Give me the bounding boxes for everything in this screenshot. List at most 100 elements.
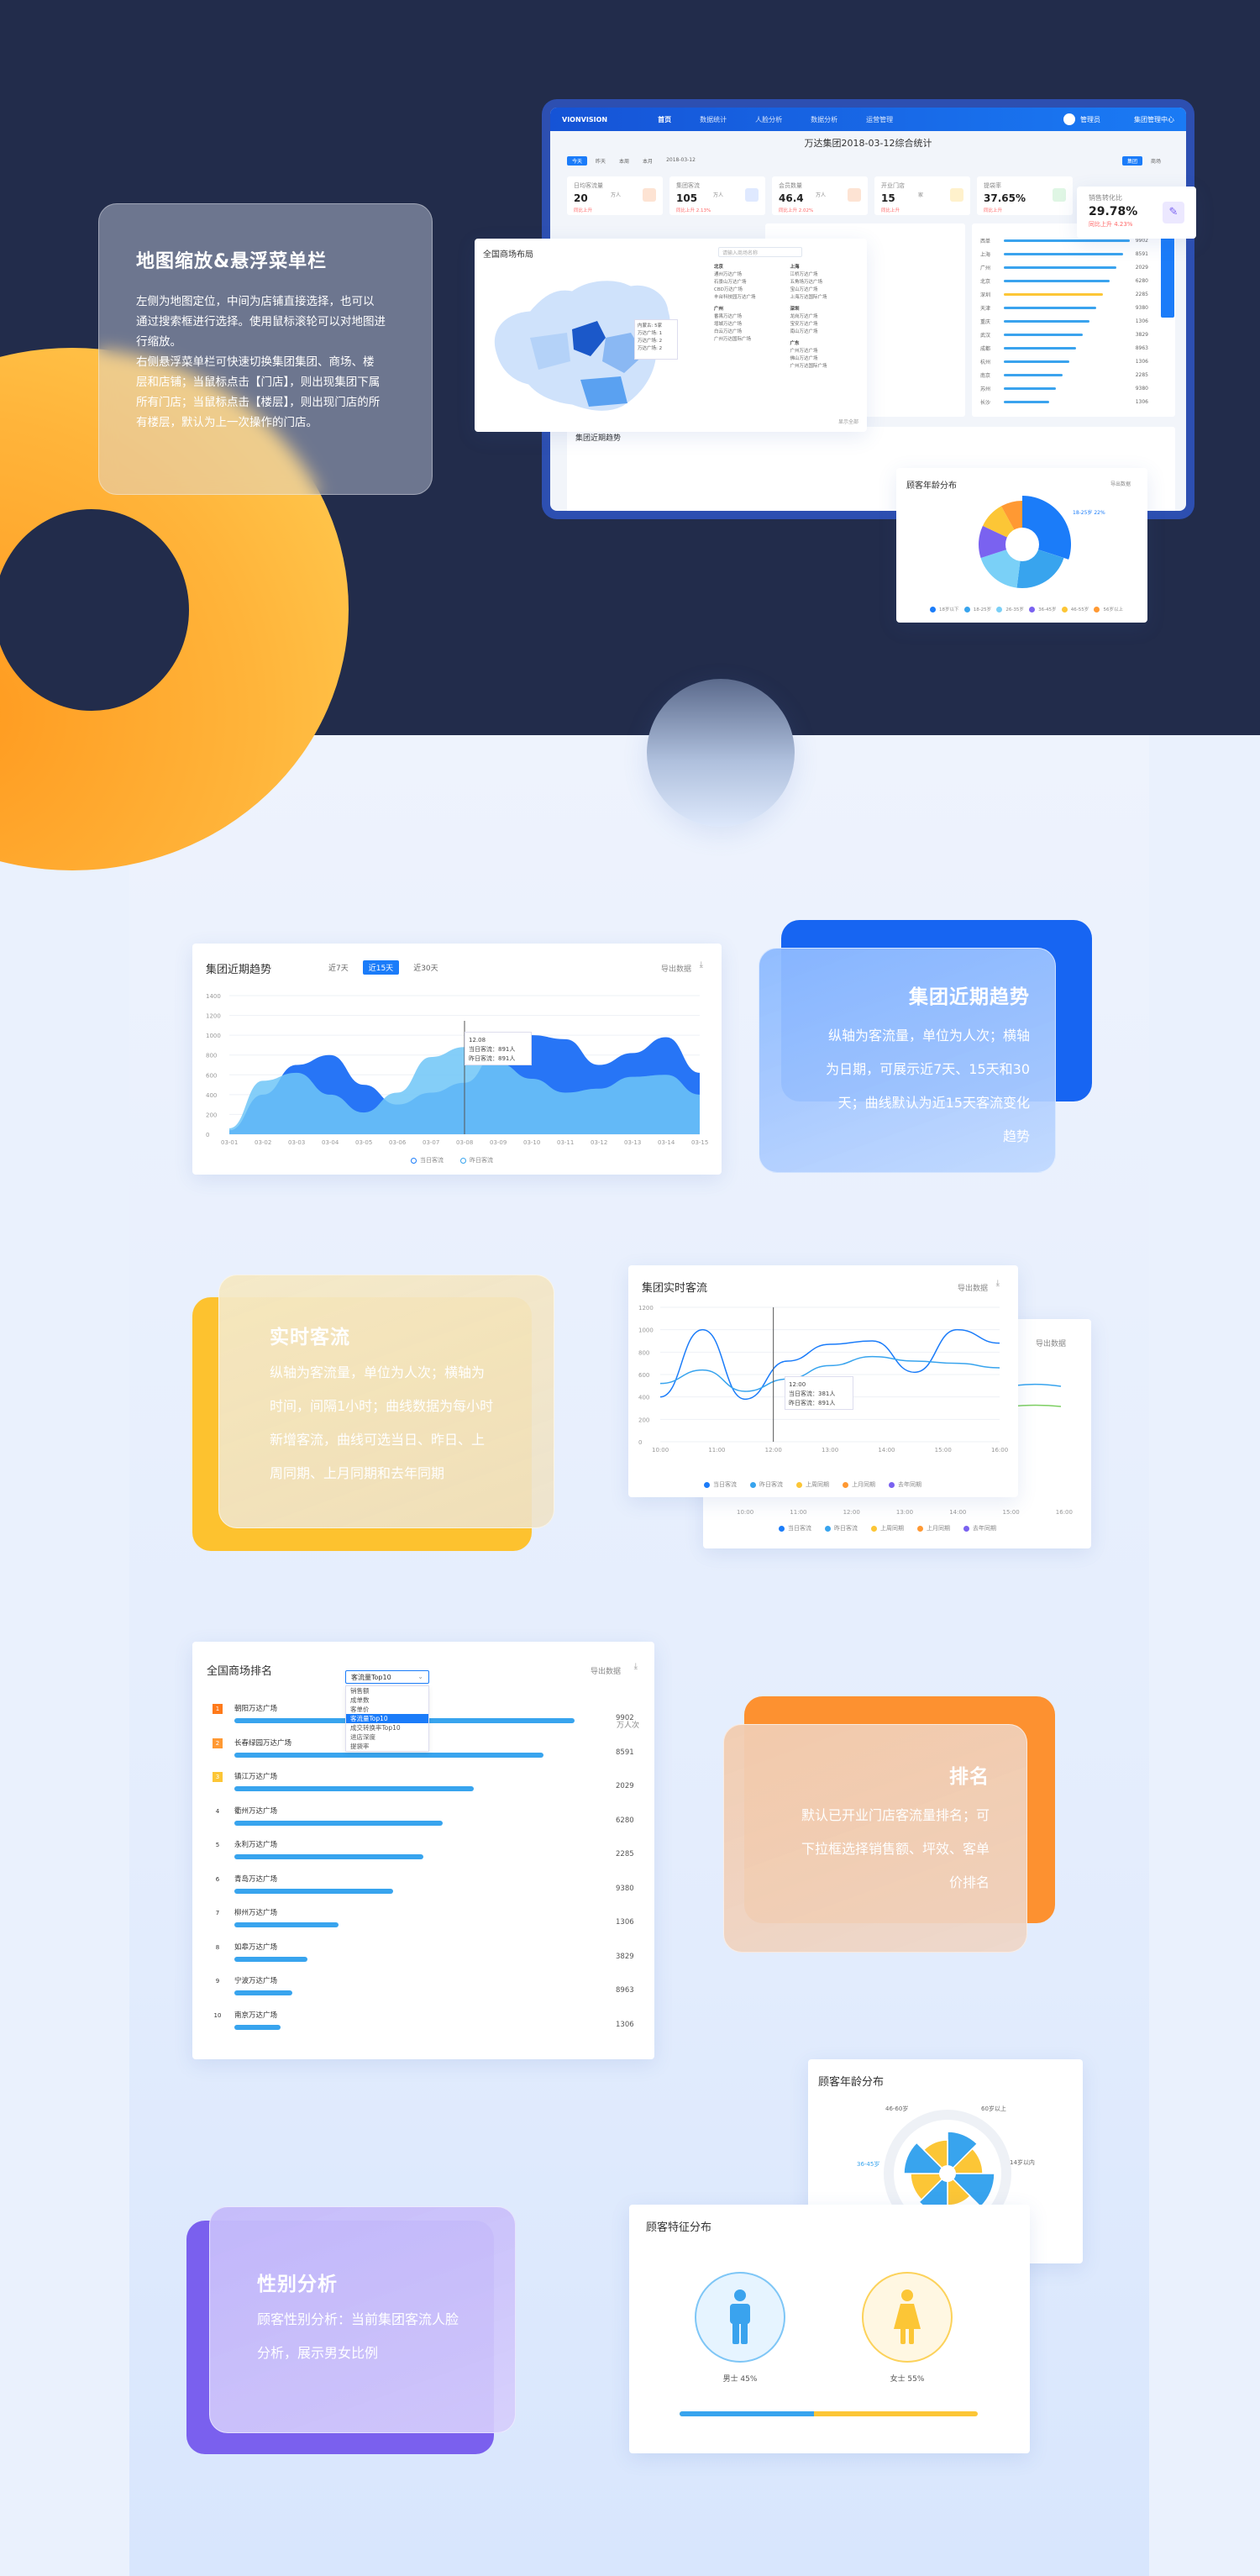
- ranking-dropdown-option[interactable]: 客单价: [346, 1705, 428, 1714]
- page: 地图缩放&悬浮菜单栏 左侧为地图定位，中间为店铺直接选择，也可以 通过搜索框进行选…: [0, 0, 1260, 2576]
- mall-item[interactable]: 南山万达广场: [790, 329, 862, 336]
- kpi-row: 日均客流量 20 万人 同比上升 集团客流 105 万人 同比上升 2.13% 会员数量 46.4…: [567, 176, 1073, 215]
- trend-range-tab[interactable]: 近30天: [407, 960, 444, 975]
- age-mini-export[interactable]: 导出数据: [1110, 480, 1131, 487]
- mini-rank-value: 1306: [1135, 358, 1148, 365]
- ranking-dropdown-option[interactable]: 提袋率: [346, 1742, 428, 1751]
- ranking-glass-line: 下拉框选择销售额、坪效、客单: [801, 1841, 990, 1857]
- mall-item[interactable]: 广州万达国际广场: [714, 336, 785, 344]
- realtime-back-legend: 当日客流 昨日客流 上周同期 上月同期 去年同期: [779, 1524, 996, 1532]
- trend-glass-line: 纵轴为客流量，单位为人次；横轴: [827, 1028, 1030, 1044]
- mall-item[interactable]: 通州万达广场: [714, 271, 785, 279]
- download-icon[interactable]: ⤓: [700, 960, 703, 970]
- legend-item[interactable]: 昨日客流: [750, 1480, 783, 1489]
- user-name[interactable]: 管理员: [1080, 115, 1100, 124]
- hero-panel-line: 左侧为地图定位，中间为店铺直接选择，也可以: [136, 295, 375, 308]
- map-search-input[interactable]: 请输入商场名称: [718, 247, 802, 257]
- nav-item[interactable]: 运营管理: [866, 115, 893, 124]
- x-tick-label: 13:00: [895, 1509, 914, 1516]
- region-name[interactable]: 广州: [714, 306, 785, 313]
- legend-item[interactable]: 昨日客流: [825, 1524, 858, 1532]
- right-floating-menu[interactable]: [1161, 234, 1174, 318]
- scope-tab[interactable]: 商场: [1146, 156, 1166, 166]
- legend-item[interactable]: 当日客流: [779, 1524, 811, 1532]
- trend-legend-label: 当日客流: [420, 1157, 444, 1164]
- realtime-glass-panel: 实时客流 纵轴为客流量，单位为人次；横轴为 时间，间隔1小时；曲线数据为每小时 新增…: [218, 1275, 554, 1528]
- date-filter-tab[interactable]: 昨天: [591, 156, 611, 166]
- download-icon[interactable]: ⤓: [996, 1279, 1000, 1288]
- nav-item[interactable]: 人脸分析: [755, 115, 782, 124]
- mall-item[interactable]: 五角场万达广场: [790, 279, 862, 287]
- ranking-export[interactable]: 导出数据: [591, 1665, 621, 1676]
- trend-legend-item[interactable]: 当日客流: [411, 1156, 444, 1164]
- legend-item[interactable]: 去年同期: [889, 1480, 921, 1489]
- x-tick-label: 03-04: [322, 1139, 339, 1146]
- nav-item[interactable]: 数据分析: [811, 115, 837, 124]
- hero-panel-line: 有楼层，默认为上一次操作的门店。: [136, 416, 318, 429]
- trend-legend-label: 昨日客流: [470, 1157, 493, 1164]
- region-name[interactable]: 上海: [790, 264, 862, 271]
- date-filter-tab[interactable]: 今天: [567, 156, 588, 166]
- user-menu[interactable]: 集团管理中心: [1134, 115, 1174, 124]
- nav-item[interactable]: 数据统计: [700, 115, 727, 124]
- mall-item[interactable]: 宝安万达广场: [790, 321, 862, 329]
- mall-item[interactable]: 白云万达广场: [714, 329, 785, 336]
- x-tick-label: 03-08: [456, 1139, 473, 1146]
- kpi-trend: 同比上升 2.02%: [779, 208, 814, 213]
- mini-rank-bar: [1004, 239, 1130, 242]
- date-filter-tab[interactable]: 本周: [614, 156, 634, 166]
- nav-item[interactable]: 首页: [658, 115, 671, 124]
- ranking-dropdown-option[interactable]: 销售额: [346, 1686, 428, 1695]
- realtime-back-export[interactable]: 导出数据: [1036, 1338, 1066, 1348]
- mini-rank-name: 杭州: [980, 359, 991, 365]
- mall-item[interactable]: 宝山万达广场: [790, 287, 862, 294]
- region-name[interactable]: 深圳: [790, 306, 862, 313]
- age-mini-title: 顾客年龄分布: [906, 481, 957, 491]
- date-filter-tab[interactable]: 本月: [638, 156, 658, 166]
- legend-item[interactable]: 上月同期: [843, 1480, 875, 1489]
- mall-item[interactable]: 石景山万达广场: [714, 279, 785, 287]
- y-tick-label: 1400: [206, 993, 221, 1000]
- map-show-all[interactable]: 显示全部: [838, 418, 858, 425]
- mall-item[interactable]: CBD万达广场: [714, 287, 785, 294]
- ranking-metric-select[interactable]: 客流量Top10 ⌄: [345, 1670, 429, 1684]
- mall-item[interactable]: 江桥万达广场: [790, 271, 862, 279]
- legend-dot: [704, 1481, 710, 1488]
- legend-item[interactable]: 当日客流: [704, 1480, 737, 1489]
- trend-range-tab[interactable]: 近7天: [323, 960, 354, 975]
- age-label: 60岁以上: [981, 2105, 1006, 2112]
- realtime-export[interactable]: 导出数据: [958, 1282, 988, 1293]
- date-filter-tab[interactable]: 2018-03-12: [661, 156, 701, 166]
- trend-range-tab[interactable]: 近15天: [362, 960, 400, 975]
- scope-tab[interactable]: 集团: [1121, 156, 1142, 166]
- mall-item[interactable]: 番禺万达广场: [714, 313, 785, 321]
- mall-item[interactable]: 龙岗万达广场: [790, 313, 862, 321]
- ranking-dropdown-option[interactable]: 成交转换率Top10: [346, 1723, 428, 1732]
- ranking-dropdown-option[interactable]: 进店深度: [346, 1732, 428, 1742]
- legend-item[interactable]: 上周同期: [871, 1524, 904, 1532]
- trend-area-chart[interactable]: 0 200 400 600 800 1000 1200 1400 03-01 03-02 03-03…: [204, 987, 708, 1147]
- mall-item[interactable]: 增城万达广场: [714, 321, 785, 329]
- user-avatar[interactable]: [1063, 113, 1075, 125]
- region-name[interactable]: 北京: [714, 264, 785, 271]
- legend-item[interactable]: 上月同期: [917, 1524, 950, 1532]
- legend-label: 上月同期: [927, 1525, 950, 1532]
- male-ratio-fill: [680, 2411, 814, 2416]
- legend-item[interactable]: 上周同期: [796, 1480, 829, 1489]
- trend-legend-item[interactable]: 昨日客流: [460, 1156, 493, 1164]
- realtime-glass-line: 时间，间隔1小时；曲线数据为每小时: [270, 1398, 494, 1414]
- female-avatar: [862, 2272, 953, 2363]
- ranking-dropdown-option[interactable]: 成单数: [346, 1695, 428, 1705]
- mall-item[interactable]: 丰台科技园万达广场: [714, 294, 785, 302]
- legend-item[interactable]: 去年同期: [963, 1524, 996, 1532]
- hero-feature-panel: 地图缩放&悬浮菜单栏 左侧为地图定位，中间为店铺直接选择，也可以 通过搜索框进行选…: [98, 203, 433, 495]
- region-name[interactable]: 广东: [790, 340, 862, 348]
- male-avatar: [695, 2272, 785, 2363]
- mall-item[interactable]: 上海万达国际广场: [790, 294, 862, 302]
- mall-item[interactable]: 广州万达国际广场: [790, 363, 862, 371]
- ranking-dropdown-option[interactable]: 客流量Top10: [346, 1714, 428, 1723]
- download-icon[interactable]: ⤓: [634, 1662, 638, 1671]
- mall-item[interactable]: 佛山万达广场: [790, 355, 862, 363]
- mall-item[interactable]: 广州万达广场: [790, 348, 862, 355]
- trend-export[interactable]: 导出数据: [661, 963, 691, 974]
